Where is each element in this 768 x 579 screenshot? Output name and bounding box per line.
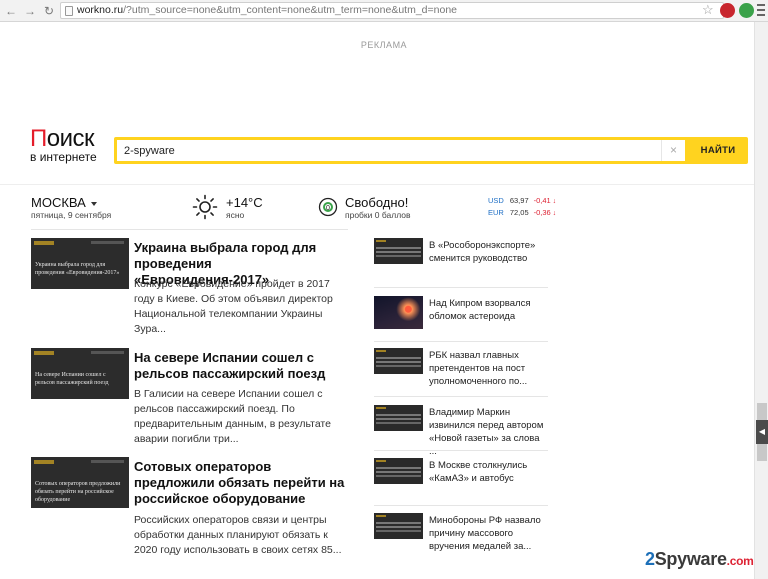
logo[interactable]: Поиск в интернете [30,127,110,164]
news-headline[interactable]: Над Кипром взорвался обломок астероида [429,297,547,323]
back-button[interactable]: ← [2,2,20,20]
sun-icon [192,194,218,220]
logo-title: Поиск [30,125,95,152]
ad-label: РЕКЛАМА [360,40,408,50]
news-thumbnail[interactable] [374,296,423,329]
current-date: пятница, 9 сентября [31,210,112,220]
news-title[interactable]: На севере Испании сошел с рельсов пассаж… [134,350,350,382]
traffic-status[interactable]: Свободно! [345,195,408,210]
news-thumbnail[interactable]: На севере Испании сошел с рельсов пассаж… [31,348,129,399]
news-thumbnail[interactable]: Украина выбрала город для проведения «Ев… [31,238,129,289]
temperature[interactable]: +14°С [226,195,263,210]
rate-usd[interactable]: USD 63,97 -0,41 ↓ [488,196,556,205]
arrow-down-icon: ↓ [550,198,557,205]
divider [374,505,548,506]
traffic-light-icon: 0 [318,197,338,217]
reload-icon: ↻ [43,4,55,18]
news-thumbnail[interactable] [374,348,423,374]
divider [0,184,768,185]
reload-button[interactable]: ↻ [40,2,58,20]
news-headline[interactable]: Минобороны РФ назвало причину массового … [429,514,547,553]
extension-icon[interactable] [739,3,754,18]
news-thumbnail[interactable] [374,458,423,484]
address-bar[interactable]: workno.ru/?utm_source=none&utm_content=n… [60,2,724,19]
extension-icon[interactable] [720,3,735,18]
divider [374,396,548,397]
divider [374,287,548,288]
news-snippet: Российских операторов связи и центры обр… [134,514,342,556]
city-selector[interactable]: МОСКВА [31,195,97,210]
menu-icon[interactable] [757,4,765,16]
svg-text:0: 0 [326,205,330,212]
clear-icon[interactable]: × [661,140,685,161]
divider [374,450,548,451]
divider [374,341,548,342]
news-snippet: В Галисии на севере Испании сошел с рель… [134,388,331,445]
arrow-right-icon: → [24,4,36,18]
news-thumbnail[interactable]: Сотовых операторов предложили обязать пе… [31,457,129,508]
arrow-left-icon: ← [5,4,17,18]
news-headline[interactable]: В «Рособоронэкспорте» сменится руководст… [429,239,547,265]
news-thumbnail[interactable] [374,238,423,264]
news-thumbnail[interactable] [374,513,423,539]
url-path: /?utm_source=none&utm_content=none&utm_t… [123,4,458,16]
arrow-down-icon: ↓ [550,210,557,217]
news-thumbnail[interactable] [374,405,423,431]
scrollbar[interactable] [754,22,768,579]
traffic-score: пробки 0 баллов [345,210,411,220]
watermark: 2Spyware.com [645,549,754,569]
divider [31,229,348,230]
search-bar: × НАЙТИ [114,137,748,164]
chevron-down-icon [90,201,97,206]
news-headline[interactable]: РБК назвал главных претендентов на пост … [429,349,547,388]
logo-subtitle: в интернете [30,150,97,164]
search-input[interactable] [117,140,661,161]
bookmark-star-icon[interactable]: ☆ [702,2,714,18]
news-snippet: Конкурс «Евровидение» пройдет в 2017 год… [134,278,333,335]
news-headline[interactable]: В Москве столкнулись «КамАЗ» и автобус [429,459,547,485]
browser-toolbar: ← → ↻ workno.ru/?utm_source=none&utm_con… [0,0,768,22]
chevron-left-icon: ◀ [758,427,766,436]
side-panel-toggle[interactable]: ◀ [756,420,768,444]
page-icon [65,6,73,16]
search-button[interactable]: НАЙТИ [688,137,748,164]
rate-eur[interactable]: EUR 72,05 -0,36 ↓ [488,208,556,217]
news-title[interactable]: Сотовых операторов предложили обязать пе… [134,459,350,507]
url-host: workno.ru [77,4,124,16]
forward-button[interactable]: → [21,2,39,20]
weather-condition: ясно [226,210,245,220]
